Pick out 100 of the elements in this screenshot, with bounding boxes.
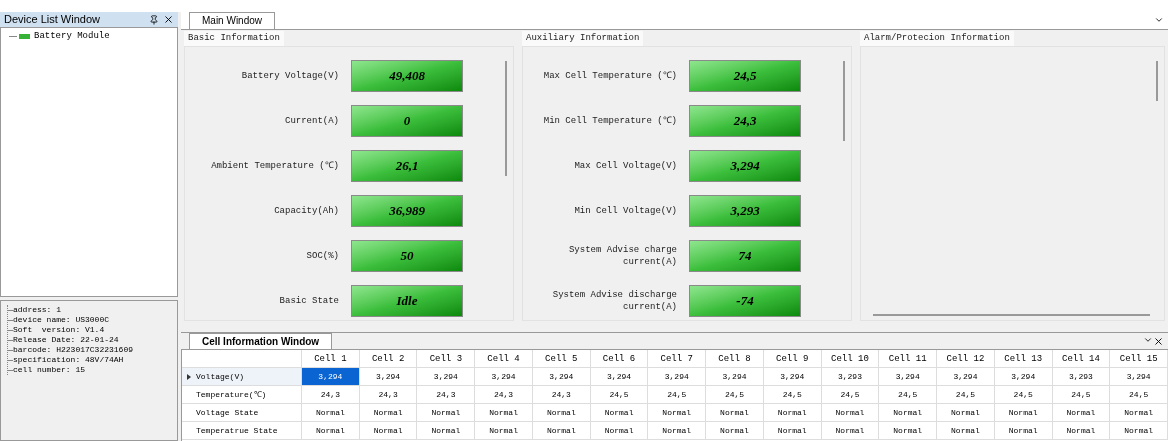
field-label: Min Cell Voltage(V) <box>573 204 678 217</box>
column-header: Cell 9 <box>763 350 822 367</box>
table-cell: 24,5 <box>590 386 649 403</box>
field-label: Min Cell Temperature (℃) <box>542 114 678 127</box>
window-tab[interactable]: Cell Information Window <box>189 333 333 349</box>
value-display: 0 <box>351 104 463 137</box>
column-header: Cell 1 <box>302 350 360 367</box>
table-cell: Normal <box>706 422 764 439</box>
value-display: Idle <box>351 284 463 317</box>
table-cell: Normal <box>475 404 533 421</box>
table-cell: 24,5 <box>648 386 707 403</box>
table-cell: Normal <box>532 422 591 439</box>
field-label: Capacity(Ah) <box>273 204 340 217</box>
table-cell: 3,294 <box>648 368 707 385</box>
dropdown-icon[interactable] <box>1143 335 1153 345</box>
table-cell: 3,294 <box>937 368 995 385</box>
table-cell: 24,3 <box>532 386 591 403</box>
table-cell: Normal <box>475 422 533 439</box>
vertical-scrollbar[interactable] <box>843 61 845 141</box>
table-cell: Normal <box>590 422 649 439</box>
table-cell: 24,5 <box>706 386 764 403</box>
value-display: 3,293 <box>689 194 801 227</box>
table-cell: Normal <box>648 404 707 421</box>
panel-title: Device List Window <box>4 12 101 28</box>
field-label: Max Cell Voltage(V) <box>573 159 678 172</box>
table-cell: Normal <box>417 422 476 439</box>
table-cell: Normal <box>1110 422 1168 439</box>
field-label: System Advise discharge current(A) <box>551 288 678 313</box>
table-cell: Normal <box>994 422 1053 439</box>
field-label: System Advise charge current(A) <box>567 243 678 268</box>
field-label: Max Cell Temperature (℃) <box>542 69 678 82</box>
info-line: barcode: H223017C32231609 <box>13 345 134 355</box>
horizontal-scrollbar[interactable] <box>873 314 1150 316</box>
table-cell: Normal <box>532 404 591 421</box>
info-line: cell number: 15 <box>13 365 85 375</box>
pin-icon[interactable] <box>149 14 159 25</box>
table-cell: Normal <box>302 404 360 421</box>
value-display: 24,3 <box>689 104 801 137</box>
column-header: Cell 15 <box>1110 350 1168 367</box>
table-cell: Normal <box>1110 404 1168 421</box>
value-display: 50 <box>351 239 463 272</box>
table-cell: Normal <box>359 422 418 439</box>
field-label: Battery Voltage(V) <box>240 69 340 82</box>
table-cell: 24,5 <box>1110 386 1168 403</box>
info-line: Release Date: 22-01-24 <box>13 335 119 345</box>
table-cell: Normal <box>763 422 822 439</box>
close-icon[interactable] <box>1153 336 1164 347</box>
close-icon[interactable] <box>163 14 174 25</box>
table-cell: 24,3 <box>475 386 533 403</box>
table-cell: Normal <box>359 404 418 421</box>
column-header: Cell 3 <box>417 350 476 367</box>
table-cell: 3,294 <box>532 368 591 385</box>
group-title: Basic Information <box>184 31 284 46</box>
table-cell: Normal <box>590 404 649 421</box>
field-label: SOC(%) <box>305 249 340 262</box>
row-header[interactable]: Voltage(V) <box>182 368 302 385</box>
info-line: device name: US3000C <box>13 315 109 325</box>
info-line: address: 1 <box>13 305 61 315</box>
value-display: 36,989 <box>351 194 463 227</box>
field-label: Current(A) <box>284 114 340 127</box>
value-display: -74 <box>689 284 801 317</box>
table-cell: 3,293 <box>1052 368 1111 385</box>
table-cell: Normal <box>879 422 938 439</box>
dropdown-icon[interactable] <box>1154 15 1164 25</box>
column-header: Cell 10 <box>821 350 880 367</box>
vertical-scrollbar[interactable] <box>505 61 507 176</box>
column-header: Cell 12 <box>937 350 995 367</box>
table-cell: 24,3 <box>302 386 360 403</box>
table-cell: 3,294 <box>590 368 649 385</box>
table-cell: Normal <box>937 422 995 439</box>
table-cell: 24,5 <box>821 386 880 403</box>
field-label: Basic State <box>278 294 340 307</box>
column-header: Cell 6 <box>590 350 649 367</box>
table-cell: 3,294 <box>706 368 764 385</box>
column-header: Cell 7 <box>648 350 707 367</box>
table-cell: 24,5 <box>763 386 822 403</box>
table-cell: 3,294 <box>417 368 476 385</box>
table-cell: 3,294 <box>359 368 418 385</box>
table-cell: 24,5 <box>1052 386 1111 403</box>
table-cell: Normal <box>821 422 880 439</box>
table-cell: 3,294 <box>763 368 822 385</box>
column-header: Cell 4 <box>475 350 533 367</box>
group-title: Alarm/Protecion Information <box>860 31 1014 46</box>
column-header: Cell 13 <box>994 350 1053 367</box>
table-cell: 3,294 <box>475 368 533 385</box>
table-cell: 3,294 <box>1110 368 1168 385</box>
group-title: Auxiliary Information <box>522 31 644 46</box>
table-cell: 3,293 <box>821 368 880 385</box>
table-cell: Normal <box>1052 422 1111 439</box>
value-display: 49,408 <box>351 59 463 92</box>
value-display: 3,294 <box>689 149 801 182</box>
vertical-scrollbar[interactable] <box>1156 61 1158 101</box>
tree-item[interactable]: Battery Module <box>34 30 110 44</box>
column-header: Cell 8 <box>706 350 764 367</box>
value-display: 74 <box>689 239 801 272</box>
table-cell: Normal <box>302 422 360 439</box>
table-cell: Normal <box>706 404 764 421</box>
table-cell: Normal <box>994 404 1053 421</box>
window-tab[interactable]: Main Window <box>189 12 276 29</box>
table-cell: Normal <box>1052 404 1111 421</box>
